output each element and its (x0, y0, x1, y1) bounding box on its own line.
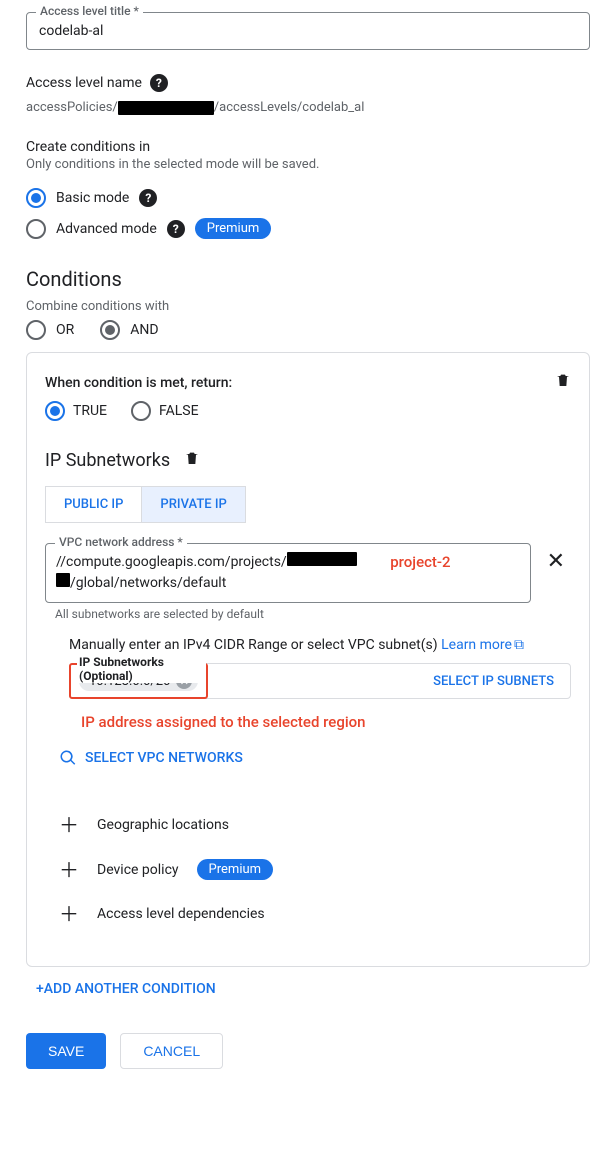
redacted-block (287, 552, 357, 566)
remove-vpc-button[interactable]: ✕ (541, 543, 571, 580)
redacted-block (56, 573, 70, 587)
advanced-mode-radio-row[interactable]: Advanced mode ? Premium (26, 218, 590, 239)
ip-subnetworks-label: IP Subnetworks (Optional) (77, 655, 206, 683)
select-vpc-networks-button[interactable]: SELECT VPC NETWORKS (59, 749, 571, 767)
advanced-mode-label: Advanced mode (56, 221, 157, 237)
add-device-policy[interactable]: ＋ Device policy Premium (45, 847, 571, 892)
redacted-block (118, 101, 214, 115)
vpc-network-field: VPC network address * //compute.googleap… (45, 543, 531, 603)
premium-badge: Premium (195, 218, 272, 239)
cancel-button[interactable]: CANCEL (120, 1033, 223, 1069)
learn-more-link[interactable]: Learn more (441, 637, 512, 653)
plus-icon: ＋ (59, 815, 79, 835)
advanced-mode-radio[interactable] (26, 219, 46, 239)
combine-or-radio[interactable] (26, 320, 46, 340)
return-true-option[interactable]: TRUE (45, 401, 107, 421)
vpc-network-textarea[interactable]: //compute.googleapis.com/projects/ /glob… (45, 543, 531, 603)
access-level-name-path: accessPolicies//accessLevels/codelab_al (26, 100, 590, 115)
help-icon[interactable]: ? (150, 74, 168, 92)
create-conditions-title: Create conditions in (26, 139, 590, 155)
when-condition-met-label: When condition is met, return: (45, 375, 571, 391)
external-link-icon: ⧉ (514, 637, 524, 653)
trash-icon (184, 449, 200, 467)
trash-icon (555, 371, 571, 389)
delete-ip-subnetworks-button[interactable] (184, 449, 200, 472)
help-icon[interactable]: ? (167, 220, 185, 238)
basic-mode-label: Basic mode (56, 190, 129, 206)
create-conditions-subtitle: Only conditions in the selected mode wil… (26, 157, 590, 172)
vpc-network-label: VPC network address * (55, 535, 187, 549)
annotation-ip-assigned: IP address assigned to the selected regi… (81, 713, 571, 731)
return-false-radio[interactable] (131, 401, 151, 421)
delete-condition-button[interactable] (555, 371, 571, 393)
add-geographic-locations[interactable]: ＋ Geographic locations (45, 803, 571, 847)
ip-subnetworks-heading: IP Subnetworks (45, 449, 571, 472)
basic-mode-radio-row[interactable]: Basic mode ? (26, 188, 590, 208)
access-level-title-label: Access level title * (36, 4, 143, 18)
save-button[interactable]: SAVE (26, 1033, 106, 1069)
condition-card: When condition is met, return: TRUE FALS… (26, 352, 590, 967)
add-access-level-dependencies[interactable]: ＋ Access level dependencies (45, 892, 571, 936)
plus-icon: ＋ (59, 860, 79, 880)
conditions-heading: Conditions (26, 267, 590, 291)
combine-or-label: OR (56, 322, 74, 338)
basic-mode-radio[interactable] (26, 188, 46, 208)
tab-private-ip[interactable]: PRIVATE IP (142, 487, 244, 522)
combine-and-radio[interactable] (100, 320, 120, 340)
vpc-hint: All subnetworks are selected by default (55, 607, 571, 621)
return-false-option[interactable]: FALSE (131, 401, 199, 421)
access-level-name-label: Access level name (26, 75, 142, 91)
plus-icon: ＋ (59, 904, 79, 924)
ip-type-tabs: PUBLIC IP PRIVATE IP (45, 486, 246, 523)
manual-cidr-text: Manually enter an IPv4 CIDR Range or sel… (69, 637, 571, 653)
access-level-title-field: Access level title * (26, 12, 590, 50)
access-level-name-label-row: Access level name ? (26, 74, 590, 92)
combine-conditions-label: Combine conditions with (26, 299, 590, 314)
add-another-condition-button[interactable]: +ADD ANOTHER CONDITION (26, 967, 590, 997)
premium-badge: Premium (197, 859, 274, 880)
return-true-radio[interactable] (45, 401, 65, 421)
annotation-highlight-box: IP Subnetworks (Optional) 10.128.0.0/20 … (69, 663, 208, 699)
return-true-label: TRUE (73, 403, 107, 419)
search-icon (59, 749, 77, 767)
tab-public-ip[interactable]: PUBLIC IP (46, 487, 142, 522)
ip-subnetworks-field[interactable]: IP Subnetworks (Optional) 10.128.0.0/20 … (69, 663, 571, 699)
combine-and-label: AND (130, 322, 158, 338)
return-false-label: FALSE (159, 403, 199, 419)
help-icon[interactable]: ? (139, 189, 157, 207)
select-ip-subnets-button[interactable]: SELECT IP SUBNETS (417, 674, 570, 689)
